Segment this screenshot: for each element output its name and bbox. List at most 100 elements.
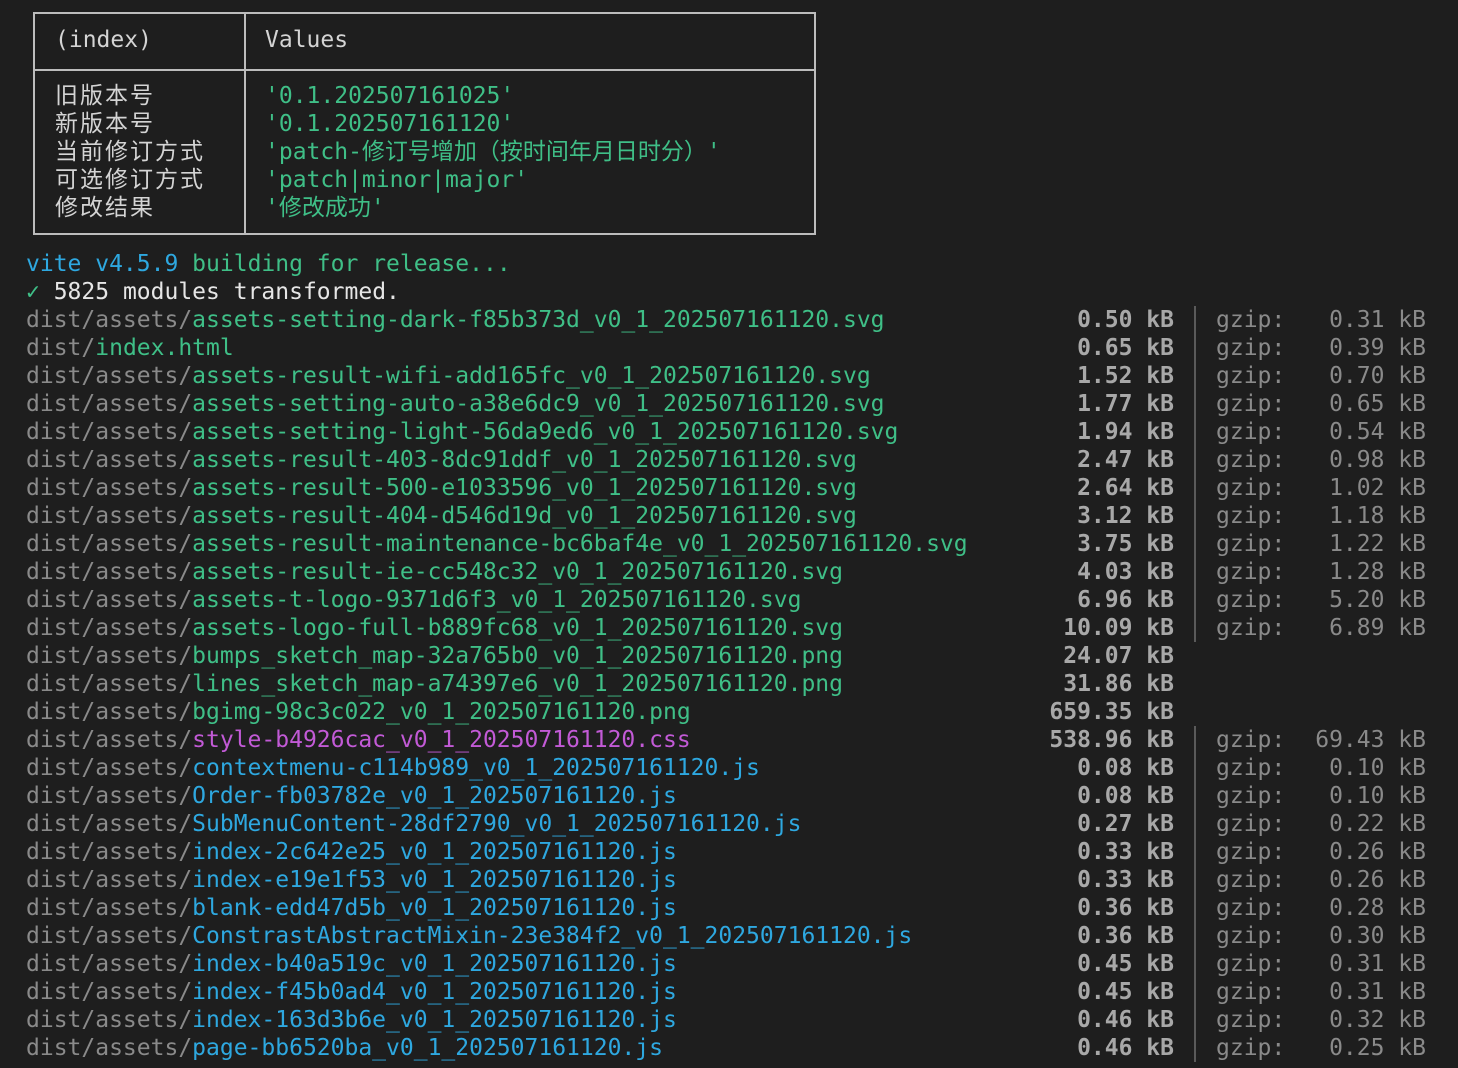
gzip-label: gzip: [1216,419,1286,445]
table-header-index: (index) [55,27,152,53]
gzip-size: 0.26 kB [1329,867,1426,893]
file-dir: dist/assets/ [26,895,193,921]
gzip-size: 0.39 kB [1329,335,1426,361]
gzip-label: gzip: [1216,559,1286,585]
file-row: dist/assets/ConstrastAbstractMixin-23e38… [26,922,1426,950]
file-row: dist/assets/assets-setting-dark-f85b373d… [26,306,1426,334]
file-dir: dist/ [26,335,96,361]
file-dir: dist/assets/ [26,503,193,529]
file-row: dist/assets/SubMenuContent-28df2790_v0_1… [26,810,1426,838]
gzip-size: 0.28 kB [1329,895,1426,921]
gzip-size: 0.25 kB [1329,1035,1426,1061]
file-dir: dist/assets/ [26,587,193,613]
file-row: dist/assets/assets-result-ie-cc548c32_v0… [26,558,1426,586]
table-key-result: 修改结果 [55,195,155,221]
file-name: style-b4926cac_v0_1_202507161120.css [192,727,691,753]
gzip-label: gzip: [1216,727,1286,753]
file-size: 0.50 kB [1077,307,1174,333]
column-separator [1194,502,1196,530]
gzip-size: 0.31 kB [1329,979,1426,1005]
file-dir: dist/assets/ [26,839,193,865]
file-row: dist/assets/assets-result-maintenance-bc… [26,530,1426,558]
file-dir: dist/assets/ [26,559,193,585]
column-separator [1194,474,1196,502]
column-separator [1194,866,1196,894]
file-size: 4.03 kB [1077,559,1174,585]
gzip-label: gzip: [1216,615,1286,641]
column-separator [1194,922,1196,950]
file-dir: dist/assets/ [26,923,193,949]
file-name: index-2c642e25_v0_1_202507161120.js [192,839,677,865]
file-size: 10.09 kB [1063,615,1174,641]
gzip-size: 69.43 kB [1315,727,1426,753]
gzip-label: gzip: [1216,783,1286,809]
table-value-old-version: '0.1.202507161025' [265,83,515,109]
file-dir: dist/assets/ [26,755,193,781]
column-separator [1194,838,1196,866]
gzip-size: 1.02 kB [1329,475,1426,501]
file-size: 1.52 kB [1077,363,1174,389]
file-dir: dist/assets/ [26,979,193,1005]
file-row: dist/assets/index-f45b0ad4_v0_1_20250716… [26,978,1426,1006]
file-size: 0.46 kB [1077,1007,1174,1033]
file-name: blank-edd47d5b_v0_1_202507161120.js [192,895,677,921]
file-name: assets-t-logo-9371d6f3_v0_1_202507161120… [192,587,802,613]
file-name: assets-setting-light-56da9ed6_v0_1_20250… [192,419,899,445]
gzip-size: 0.10 kB [1329,783,1426,809]
file-name: assets-result-403-8dc91ddf_v0_1_20250716… [192,447,857,473]
gzip-label: gzip: [1216,1007,1286,1033]
file-size: 0.33 kB [1077,867,1174,893]
gzip-label: gzip: [1216,307,1286,333]
build-status-line: vite v4.5.9 building for release... [26,250,968,278]
gzip-size: 1.28 kB [1329,559,1426,585]
file-name: Order-fb03782e_v0_1_202507161120.js [192,783,677,809]
gzip-label: gzip: [1216,391,1286,417]
gzip-label: gzip: [1216,755,1286,781]
file-size: 1.77 kB [1077,391,1174,417]
file-name: assets-result-ie-cc548c32_v0_1_202507161… [192,559,843,585]
file-size: 3.12 kB [1077,503,1174,529]
table-value-new-version: '0.1.202507161120' [265,111,515,137]
file-dir: dist/assets/ [26,363,193,389]
gzip-size: 0.32 kB [1329,1007,1426,1033]
column-separator [1194,726,1196,754]
file-name: assets-result-500-e1033596_v0_1_20250716… [192,475,857,501]
check-icon: ✓ [26,279,40,305]
gzip-size: 0.26 kB [1329,839,1426,865]
file-size: 538.96 kB [1049,727,1174,753]
file-dir: dist/assets/ [26,475,193,501]
file-name: page-bb6520ba_v0_1_202507161120.js [192,1035,663,1061]
column-separator [1194,558,1196,586]
table-value-column: '0.1.202507161025' '0.1.202507161120' 'p… [265,82,721,222]
column-separator [1194,418,1196,446]
table-header-divider [35,69,814,71]
gzip-label: gzip: [1216,923,1286,949]
file-dir: dist/assets/ [26,531,193,557]
file-name: lines_sketch_map-a74397e6_v0_1_202507161… [192,671,843,697]
file-row: dist/assets/bgimg-98c3c022_v0_1_20250716… [26,698,1174,726]
file-row: dist/assets/assets-result-wifi-add165fc_… [26,362,1426,390]
gzip-size: 1.22 kB [1329,531,1426,557]
file-row: dist/assets/Order-fb03782e_v0_1_20250716… [26,782,1426,810]
gzip-size: 0.31 kB [1329,307,1426,333]
file-dir: dist/assets/ [26,671,193,697]
file-dir: dist/assets/ [26,783,193,809]
file-row: dist/assets/style-b4926cac_v0_1_20250716… [26,726,1426,754]
gzip-size: 0.10 kB [1329,755,1426,781]
gzip-size: 5.20 kB [1329,587,1426,613]
file-size: 0.65 kB [1077,335,1174,361]
gzip-label: gzip: [1216,531,1286,557]
column-separator [1194,754,1196,782]
table-key-current-mode: 当前修订方式 [55,139,205,165]
console-table: (index) Values 旧版本号 新版本号 当前修订方式 可选修订方式 修… [33,12,816,235]
gzip-size: 1.18 kB [1329,503,1426,529]
gzip-label: gzip: [1216,979,1286,1005]
gzip-label: gzip: [1216,951,1286,977]
file-name: index-163d3b6e_v0_1_202507161120.js [192,1007,677,1033]
column-separator [1194,586,1196,614]
file-name: bumps_sketch_map-32a765b0_v0_1_202507161… [192,643,843,669]
table-key-optional-modes: 可选修订方式 [55,167,205,193]
gzip-label: gzip: [1216,587,1286,613]
file-size: 6.96 kB [1077,587,1174,613]
gzip-label: gzip: [1216,895,1286,921]
